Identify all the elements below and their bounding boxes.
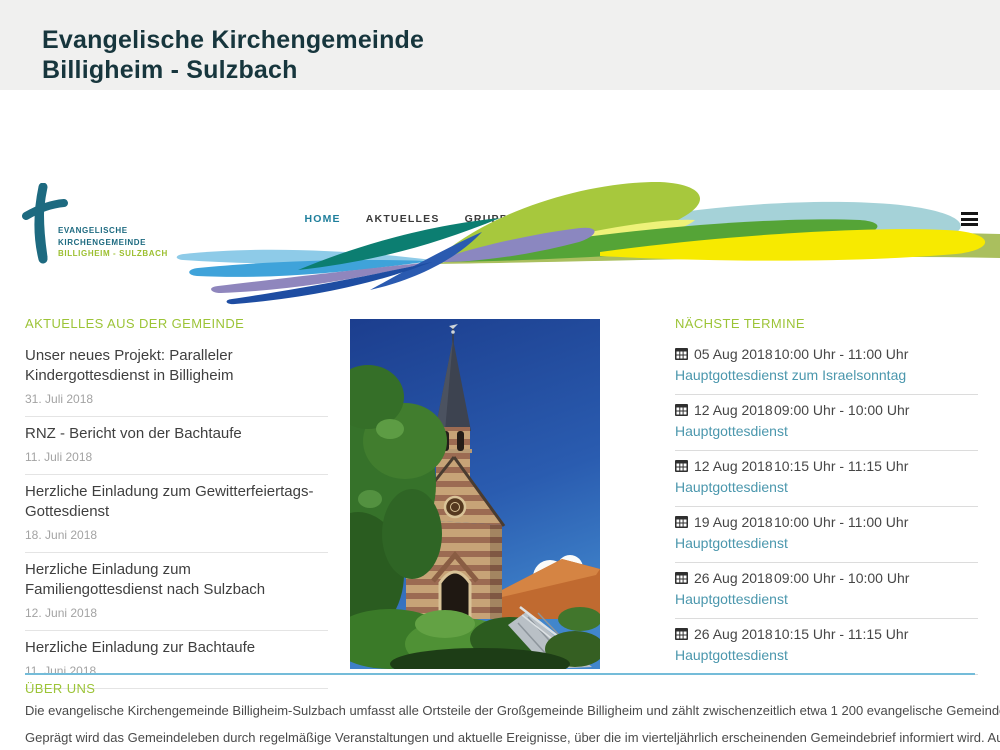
main-nav: HOME AKTUELLES GRUPPEN GOTTESDIENSTE KON… [304,210,978,228]
news-title[interactable]: Herzliche Einladung zur Bachtaufe [25,638,328,658]
page-title-line2: Billigheim - Sulzbach [42,56,298,84]
calendar-icon [675,348,688,360]
about-paragraph-2: Geprägt wird das Gemeindeleben durch reg… [25,731,975,745]
page-title: Evangelische Kirchengemeinde Billigheim … [42,25,424,85]
swoosh-graphic [170,178,1000,308]
calendar-icon [675,460,688,472]
news-heading: AKTUELLES AUS DER GEMEINDE [25,316,328,331]
about-section: ÜBER UNS Die evangelische Kirchengemeind… [25,673,975,745]
news-title[interactable]: RNZ - Bericht von der Bachtaufe [25,424,328,444]
termin-date: 05 Aug 2018 [694,346,774,362]
news-title[interactable]: Herzliche Einladung zum Gewitterfeiertag… [25,482,328,522]
termin-link[interactable]: Hauptgottesdienst [675,648,788,663]
news-section: AKTUELLES AUS DER GEMEINDE Unser neues P… [25,316,328,689]
termine-section: NÄCHSTE TERMINE 05 Aug 2018 10:00 Uhr - … [675,316,978,675]
news-date: 31. Juli 2018 [25,393,328,405]
termin-link[interactable]: Hauptgottesdienst zum Israelsonntag [675,368,906,383]
chevron-down-icon [529,213,537,225]
logo-line2: KIRCHENGEMEINDE [58,237,168,249]
news-date: 11. Juli 2018 [25,451,328,463]
navigation-bar: EVANGELISCHE KIRCHENGEMEINDE BILLIGHEIM … [0,90,1000,178]
nav-item-galerie[interactable]: GALERIE [881,213,936,225]
termin-time: 09:00 Uhr - 10:00 Uhr [774,402,909,418]
termin-item: 19 Aug 2018 10:00 Uhr - 11:00 Uhr Hauptg… [675,507,978,563]
about-heading: ÜBER UNS [25,681,975,696]
termin-date: 19 Aug 2018 [694,514,774,530]
news-item[interactable]: Herzliche Einladung zum Gewitterfeiertag… [25,475,328,553]
site-logo[interactable]: EVANGELISCHE KIRCHENGEMEINDE BILLIGHEIM … [22,183,182,265]
news-item[interactable]: Unser neues Projekt: Paralleler Kindergo… [25,339,328,417]
about-paragraph-1: Die evangelische Kirchengemeinde Billigh… [25,704,975,718]
news-title[interactable]: Herzliche Einladung zum Familiengottesdi… [25,560,328,600]
nav-item-aktuelles[interactable]: AKTUELLES [366,213,440,225]
termin-link[interactable]: Hauptgottesdienst [675,536,788,551]
termin-item: 26 Aug 2018 09:00 Uhr - 10:00 Uhr Hauptg… [675,563,978,619]
news-date: 12. Juni 2018 [25,607,328,619]
calendar-icon [675,404,688,416]
news-item[interactable]: RNZ - Bericht von der Bachtaufe 11. Juli… [25,417,328,475]
page-header: Evangelische Kirchengemeinde Billigheim … [0,0,1000,90]
page-title-line1: Evangelische Kirchengemeinde [42,26,424,54]
termin-item: 12 Aug 2018 10:15 Uhr - 11:15 Uhr Hauptg… [675,451,978,507]
termin-item: 05 Aug 2018 10:00 Uhr - 11:00 Uhr Hauptg… [675,339,978,395]
nav-item-gottesdienste[interactable]: GOTTESDIENSTE [562,213,666,225]
termine-heading: NÄCHSTE TERMINE [675,316,978,331]
nav-item-downloads[interactable]: DOWNLOADS [775,213,856,225]
termin-date: 26 Aug 2018 [694,570,774,586]
termin-time: 10:15 Uhr - 11:15 Uhr [774,626,908,642]
termin-time: 10:00 Uhr - 11:00 Uhr [774,346,908,362]
termin-link[interactable]: Hauptgottesdienst [675,424,788,439]
news-title[interactable]: Unser neues Projekt: Paralleler Kindergo… [25,346,328,386]
nav-item-gruppen-label: GRUPPEN [465,213,525,225]
calendar-icon [675,516,688,528]
logo-line1: EVANGELISCHE [58,225,168,237]
calendar-icon [675,628,688,640]
termin-time: 10:00 Uhr - 11:00 Uhr [774,514,908,530]
termin-date: 12 Aug 2018 [694,402,774,418]
termin-link[interactable]: Hauptgottesdienst [675,480,788,495]
termin-time: 09:00 Uhr - 10:00 Uhr [774,570,909,586]
termin-item: 12 Aug 2018 09:00 Uhr - 10:00 Uhr Hauptg… [675,395,978,451]
termin-item: 26 Aug 2018 10:15 Uhr - 11:15 Uhr Hauptg… [675,619,978,675]
calendar-icon [675,572,688,584]
church-photo [350,319,600,669]
news-date: 18. Juni 2018 [25,529,328,541]
termin-link[interactable]: Hauptgottesdienst [675,592,788,607]
news-item[interactable]: Herzliche Einladung zum Familiengottesdi… [25,553,328,631]
termin-date: 26 Aug 2018 [694,626,774,642]
hamburger-icon[interactable] [961,210,978,228]
nav-item-kontakt[interactable]: KONTAKT [691,213,750,225]
termin-date: 12 Aug 2018 [694,458,774,474]
termin-time: 10:15 Uhr - 11:15 Uhr [774,458,908,474]
nav-item-home[interactable]: HOME [304,213,340,225]
logo-text: EVANGELISCHE KIRCHENGEMEINDE BILLIGHEIM … [58,225,168,260]
logo-line3: BILLIGHEIM - SULZBACH [58,248,168,260]
nav-item-gruppen[interactable]: GRUPPEN [465,213,537,225]
